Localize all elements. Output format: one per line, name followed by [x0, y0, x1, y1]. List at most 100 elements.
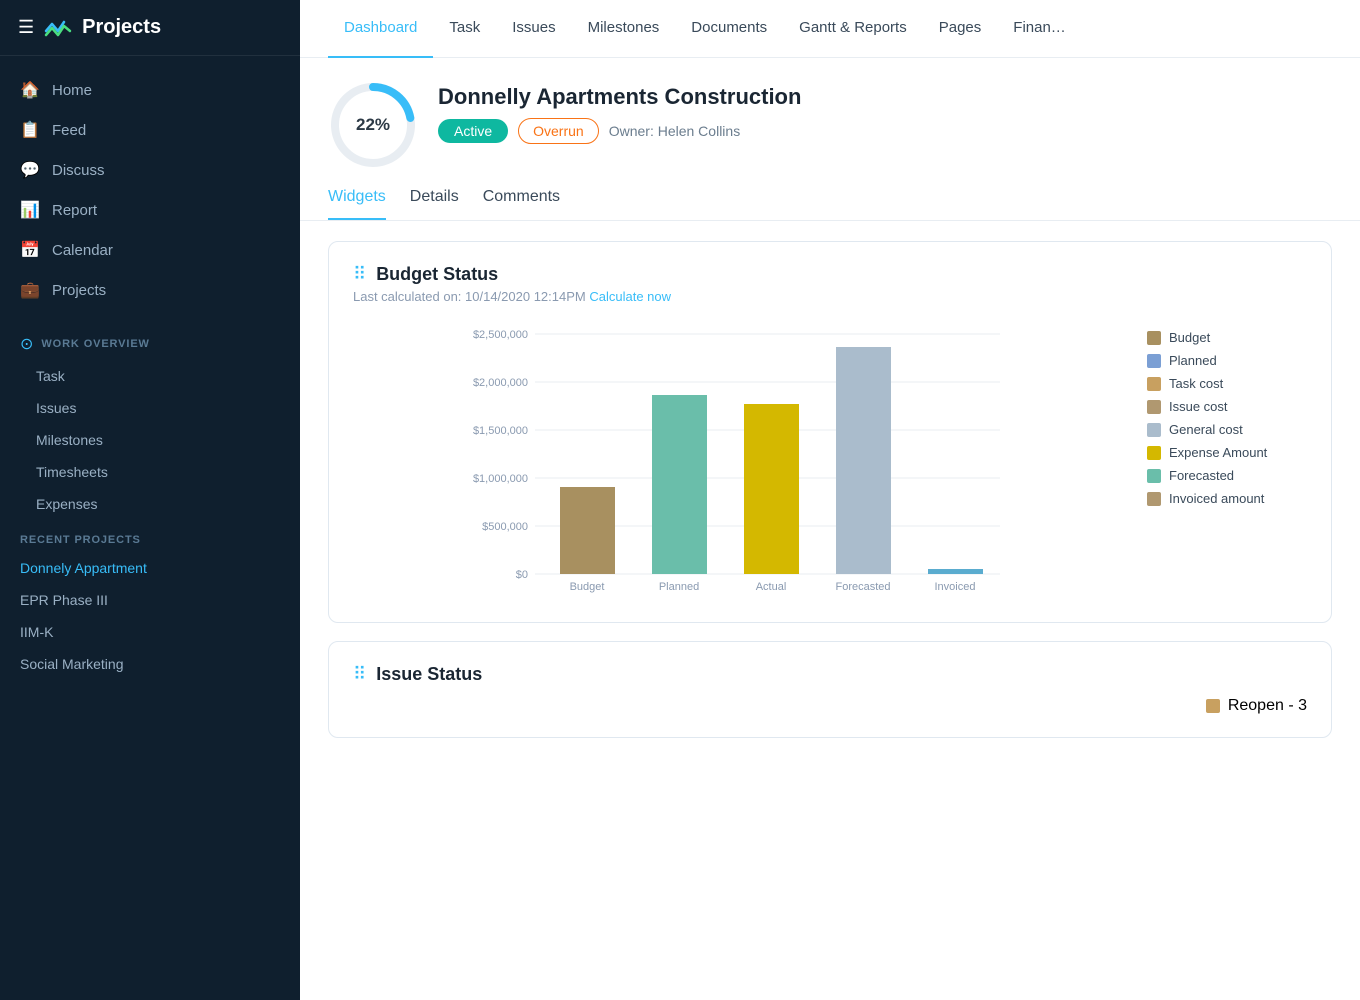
sidebar-sub-item-expenses[interactable]: Expenses: [0, 488, 300, 520]
calculate-link[interactable]: Calculate now: [589, 289, 671, 304]
bar-forecasted: [836, 347, 891, 574]
reopen-label: Reopen - 3: [1228, 697, 1307, 715]
reopen-color: [1206, 699, 1220, 713]
work-overview-label: WORK OVERVIEW: [41, 338, 149, 350]
report-icon: 📊: [20, 200, 40, 220]
sidebar-recent-epr[interactable]: EPR Phase III: [0, 584, 300, 616]
badge-active: Active: [438, 119, 508, 143]
legend-color-general-cost: [1147, 423, 1161, 437]
chart-legend: Budget Planned Task cost Issue cost: [1147, 320, 1307, 506]
svg-text:Budget: Budget: [570, 581, 605, 593]
issue-widget-header: ⠿ Issue Status: [353, 664, 1307, 685]
svg-text:Forecasted: Forecasted: [835, 581, 890, 593]
legend-label-invoiced-amount: Invoiced amount: [1169, 491, 1264, 506]
legend-expense-amount: Expense Amount: [1147, 445, 1307, 460]
sidebar: ☰ Projects 🏠 Home 📋 Feed 💬 Discuss 📊 Rep…: [0, 0, 300, 1000]
sidebar-header: ☰ Projects: [0, 0, 300, 56]
legend-task-cost: Task cost: [1147, 376, 1307, 391]
issue-widget-title: Issue Status: [376, 664, 482, 685]
svg-text:$1,000,000: $1,000,000: [473, 473, 528, 485]
bar-planned: [652, 395, 707, 574]
sidebar-item-label-calendar: Calendar: [52, 242, 113, 259]
top-nav-finan[interactable]: Finan…: [997, 0, 1082, 58]
top-nav-documents[interactable]: Documents: [675, 0, 783, 58]
project-owner: Owner: Helen Collins: [609, 123, 741, 139]
budget-widget-header: ⠿ Budget Status: [353, 264, 1307, 285]
legend-color-planned: [1147, 354, 1161, 368]
legend-forecasted: Forecasted: [1147, 468, 1307, 483]
budget-widget: ⠿ Budget Status Last calculated on: 10/1…: [328, 241, 1332, 623]
legend-label-forecasted: Forecasted: [1169, 468, 1234, 483]
issue-widget: ⠿ Issue Status Reopen - 3: [328, 641, 1332, 738]
sidebar-item-label-feed: Feed: [52, 122, 86, 139]
tab-comments[interactable]: Comments: [483, 188, 560, 220]
sidebar-title: Projects: [82, 16, 161, 39]
legend-label-planned: Planned: [1169, 353, 1217, 368]
sidebar-recent-donnely[interactable]: Donnely Appartment: [0, 552, 300, 584]
sidebar-item-label-report: Report: [52, 202, 97, 219]
budget-chart-svg: $2,500,000 $2,000,000 $1,500,000 $1,000,…: [353, 320, 1127, 600]
sidebar-item-calendar[interactable]: 📅 Calendar: [0, 230, 300, 270]
top-nav-gantt[interactable]: Gantt & Reports: [783, 0, 923, 58]
top-nav-dashboard[interactable]: Dashboard: [328, 0, 433, 58]
budget-subtitle-text: Last calculated on: 10/14/2020 12:14PM: [353, 289, 586, 304]
sub-tabs: Widgets Details Comments: [300, 170, 1360, 221]
legend-color-task-cost: [1147, 377, 1161, 391]
legend-budget: Budget: [1147, 330, 1307, 345]
top-nav-milestones[interactable]: Milestones: [572, 0, 676, 58]
legend-planned: Planned: [1147, 353, 1307, 368]
progress-ring: 22%: [328, 80, 418, 170]
top-nav-pages[interactable]: Pages: [923, 0, 998, 58]
content-area: ⠿ Budget Status Last calculated on: 10/1…: [300, 221, 1360, 1000]
top-nav: Dashboard Task Issues Milestones Documen…: [300, 0, 1360, 58]
chart-area: $2,500,000 $2,000,000 $1,500,000 $1,000,…: [353, 320, 1127, 600]
legend-label-general-cost: General cost: [1169, 422, 1243, 437]
discuss-icon: 💬: [20, 160, 40, 180]
project-header: 22% Donnelly Apartments Construction Act…: [300, 58, 1360, 170]
top-nav-task[interactable]: Task: [433, 0, 496, 58]
sidebar-recent-social[interactable]: Social Marketing: [0, 648, 300, 680]
legend-label-budget: Budget: [1169, 330, 1210, 345]
sidebar-item-label-discuss: Discuss: [52, 162, 105, 179]
top-nav-issues[interactable]: Issues: [496, 0, 571, 58]
sidebar-item-feed[interactable]: 📋 Feed: [0, 110, 300, 150]
calendar-icon: 📅: [20, 240, 40, 260]
sidebar-sub-item-issues[interactable]: Issues: [0, 392, 300, 424]
work-overview-icon: ⊙: [20, 334, 33, 354]
svg-text:Actual: Actual: [756, 581, 787, 593]
home-icon: 🏠: [20, 80, 40, 100]
feed-icon: 📋: [20, 120, 40, 140]
svg-text:$1,500,000: $1,500,000: [473, 425, 528, 437]
bar-actual: [744, 404, 799, 574]
sidebar-nav: 🏠 Home 📋 Feed 💬 Discuss 📊 Report 📅 Calen…: [0, 56, 300, 324]
sidebar-item-home[interactable]: 🏠 Home: [0, 70, 300, 110]
tab-widgets[interactable]: Widgets: [328, 188, 386, 220]
sidebar-sub-item-timesheets[interactable]: Timesheets: [0, 456, 300, 488]
sidebar-item-discuss[interactable]: 💬 Discuss: [0, 150, 300, 190]
hamburger-icon[interactable]: ☰: [18, 17, 34, 38]
sidebar-sub-item-task[interactable]: Task: [0, 360, 300, 392]
legend-color-issue-cost: [1147, 400, 1161, 414]
sidebar-item-projects[interactable]: 💼 Projects: [0, 270, 300, 310]
svg-text:$2,000,000: $2,000,000: [473, 377, 528, 389]
sidebar-sub-item-milestones[interactable]: Milestones: [0, 424, 300, 456]
svg-text:Invoiced: Invoiced: [935, 581, 976, 593]
badge-overrun: Overrun: [518, 118, 599, 144]
logo-icon: [44, 17, 72, 39]
svg-text:$2,500,000: $2,500,000: [473, 329, 528, 341]
sidebar-item-label-home: Home: [52, 82, 92, 99]
recent-projects-label: RECENT PROJECTS: [0, 520, 300, 552]
legend-color-invoiced-amount: [1147, 492, 1161, 506]
budget-widget-title: Budget Status: [376, 264, 498, 285]
sidebar-item-report[interactable]: 📊 Report: [0, 190, 300, 230]
sidebar-recent-iimk[interactable]: IIM-K: [0, 616, 300, 648]
main-content: Dashboard Task Issues Milestones Documen…: [300, 0, 1360, 1000]
legend-color-forecasted: [1147, 469, 1161, 483]
budget-grid-icon: ⠿: [353, 264, 366, 285]
legend-color-budget: [1147, 331, 1161, 345]
svg-text:$500,000: $500,000: [482, 521, 528, 533]
tab-details[interactable]: Details: [410, 188, 459, 220]
work-overview-header: ⊙ WORK OVERVIEW: [0, 324, 300, 360]
legend-label-expense-amount: Expense Amount: [1169, 445, 1267, 460]
issue-grid-icon: ⠿: [353, 664, 366, 685]
